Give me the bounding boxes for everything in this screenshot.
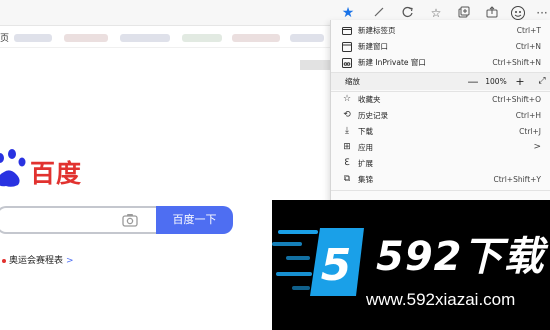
- menu-item-shortcut: Ctrl+N: [515, 42, 541, 51]
- camera-icon[interactable]: [122, 213, 138, 227]
- menu-zoom-row: 缩放 — 100% + ⤢: [331, 73, 550, 90]
- zoom-out-button[interactable]: —: [466, 73, 480, 90]
- feather-icon[interactable]: [371, 5, 387, 21]
- apps-icon: ⊞: [343, 142, 351, 152]
- bookmark-item[interactable]: [182, 34, 222, 42]
- star-icon[interactable]: ★: [340, 5, 356, 21]
- refresh-icon[interactable]: [400, 5, 416, 21]
- inprivate-icon: [341, 54, 353, 71]
- menu-item-history[interactable]: ⟲ 历史记录 Ctrl+H: [331, 107, 550, 124]
- paw-icon: [0, 149, 26, 187]
- bookmark-item[interactable]: [290, 34, 324, 42]
- profile-icon[interactable]: [510, 5, 526, 21]
- extensions-icon: ℇ: [344, 158, 350, 168]
- menu-item-inprivate[interactable]: 新建 InPrivate 窗口 Ctrl+Shift+N: [331, 54, 550, 71]
- menu-item-label: 应用: [358, 143, 373, 152]
- bookmark-item[interactable]: [64, 34, 108, 42]
- watermark-logo-icon: 5: [310, 228, 364, 296]
- zoom-value: 100%: [485, 77, 507, 86]
- hot-search-link[interactable]: 奥运会赛程表 >: [2, 253, 74, 266]
- watermark-overlay: 5 592下载 www.592xiazai.com: [272, 200, 550, 330]
- history-icon: ⟲: [343, 110, 351, 120]
- collections-icon[interactable]: [456, 5, 472, 21]
- bookmark-item[interactable]: [14, 34, 52, 42]
- menu-item-label: 扩展: [358, 159, 373, 168]
- menu-item-apps[interactable]: ⊞ 应用 >: [331, 139, 550, 156]
- chevron-right-icon: >: [533, 142, 541, 152]
- hot-dot-icon: [2, 258, 6, 263]
- favorites-icon[interactable]: ☆: [428, 5, 444, 21]
- menu-item-label: 下载: [358, 127, 373, 136]
- hot-search-label: 奥运会赛程表: [9, 256, 64, 266]
- browser-window: ★ ☆ ··· 页 百度 百度一下 奥运会赛程表 > 新建标签页 Ctrl+T …: [0, 0, 550, 330]
- logo-text: 百度: [30, 159, 83, 188]
- bookmark-item[interactable]: [120, 34, 170, 42]
- page-edge-strip: [300, 60, 330, 70]
- menu-item-label: 新建窗口: [358, 42, 388, 51]
- watermark-brand: 592下载: [376, 234, 545, 280]
- new-window-icon: [341, 38, 353, 55]
- menu-item-shortcut: Ctrl+H: [515, 111, 541, 120]
- menu-item-shortcut: Ctrl+T: [516, 26, 541, 35]
- menu-item-shortcut: Ctrl+Shift+Y: [493, 175, 541, 184]
- favorites-icon: ☆: [342, 94, 352, 104]
- menu-item-extensions[interactable]: ℇ 扩展: [331, 155, 550, 172]
- menu-divider: [331, 190, 550, 191]
- menu-item-label: 新建 InPrivate 窗口: [358, 58, 426, 67]
- svg-text:5: 5: [321, 240, 352, 291]
- chevron-right-icon: >: [66, 256, 74, 266]
- download-icon: ⤓: [345, 126, 349, 136]
- zoom-label: 缩放: [345, 77, 360, 86]
- menu-item-label: 历史记录: [358, 111, 388, 120]
- menu-item-collections[interactable]: ⧉ 集锦 Ctrl+Shift+Y: [331, 171, 550, 188]
- menu-item-label: 集锦: [358, 175, 373, 184]
- menu-item-shortcut: Ctrl+Shift+N: [492, 58, 541, 67]
- search-button[interactable]: 百度一下: [156, 206, 233, 234]
- fullscreen-icon[interactable]: ⤢: [536, 73, 548, 90]
- share-icon[interactable]: [484, 5, 500, 21]
- menu-item-shortcut: Ctrl+J: [519, 127, 541, 136]
- menu-item-label: 收藏夹: [358, 95, 381, 104]
- menu-item-new-tab[interactable]: 新建标签页 Ctrl+T: [331, 22, 550, 39]
- watermark-streak: [272, 242, 302, 246]
- watermark-url: www.592xiazai.com: [366, 290, 516, 309]
- zoom-in-button[interactable]: +: [513, 73, 527, 90]
- search-input[interactable]: [0, 206, 156, 234]
- menu-item-label: 新建标签页: [358, 26, 396, 35]
- more-icon[interactable]: ···: [534, 5, 550, 21]
- menu-item-shortcut: Ctrl+Shift+O: [492, 95, 541, 104]
- menu-item-downloads[interactable]: ⤓ 下载 Ctrl+J: [331, 123, 550, 140]
- bookmark-bar: 页: [0, 26, 330, 48]
- new-tab-icon: [341, 22, 353, 39]
- bookmark-item[interactable]: [232, 34, 280, 42]
- collections-icon: ⧉: [343, 174, 351, 184]
- bookmark-item[interactable]: 页: [0, 31, 9, 44]
- menu-item-favorites[interactable]: ☆ 收藏夹 Ctrl+Shift+O: [331, 91, 550, 108]
- menu-item-new-window[interactable]: 新建窗口 Ctrl+N: [331, 38, 550, 55]
